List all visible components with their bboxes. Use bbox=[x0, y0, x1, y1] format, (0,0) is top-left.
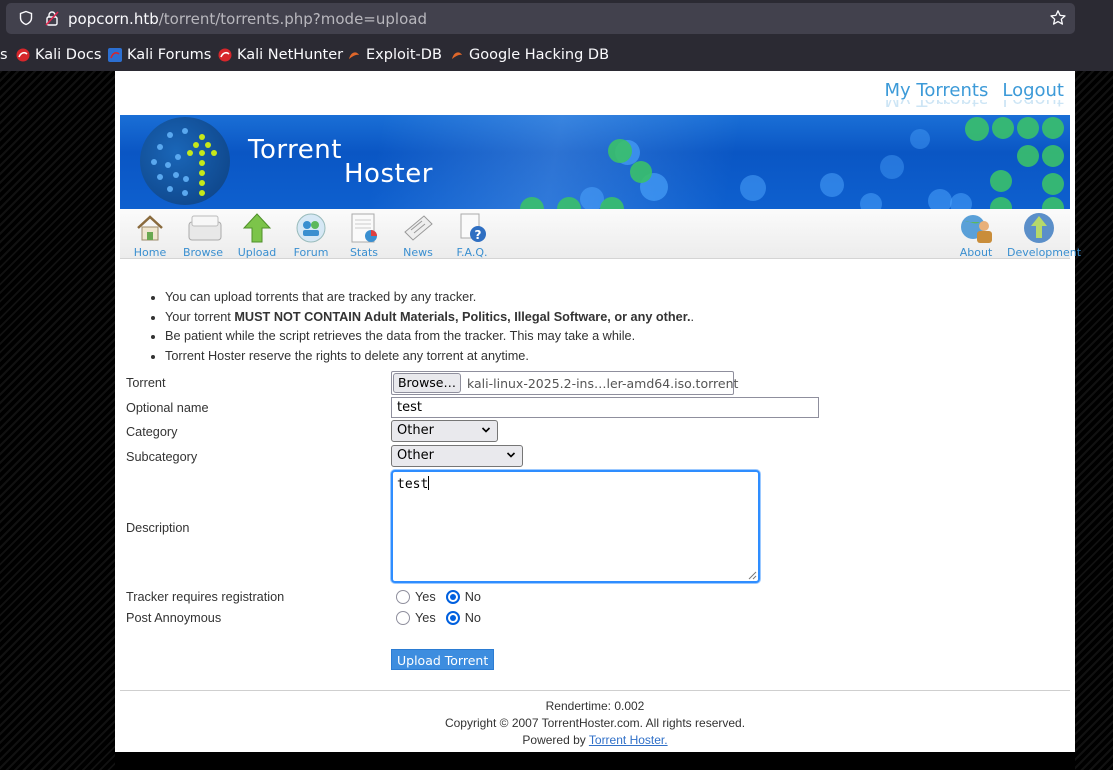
footer-divider bbox=[120, 690, 1070, 691]
bookmark-exploit-db[interactable]: Exploit-DB bbox=[347, 46, 442, 64]
selected-file-name: kali-linux-2025.2-ins…ler-amd64.iso.torr… bbox=[467, 376, 739, 391]
post-anonymous-no[interactable]: No bbox=[445, 611, 481, 625]
rule-item: Your torrent MUST NOT CONTAIN Adult Mate… bbox=[151, 308, 694, 328]
upload-torrent-button[interactable]: Upload Torrent bbox=[391, 649, 495, 670]
radio-button[interactable] bbox=[396, 590, 410, 604]
bookmark-google-hacking-db[interactable]: Google Hacking DB bbox=[450, 46, 609, 64]
torrent-label: Torrent bbox=[126, 376, 166, 390]
url-text[interactable]: popcorn.htb/torrent/torrents.php?mode=up… bbox=[68, 10, 427, 28]
nav-development[interactable]: Development bbox=[1007, 212, 1081, 259]
development-icon bbox=[1023, 212, 1055, 244]
user-links: My TorrentsMy Torrents LogoutLogout bbox=[884, 80, 1064, 110]
svg-text:?: ? bbox=[475, 228, 482, 242]
tracker-registration-options: Yes No bbox=[396, 590, 491, 604]
page-background-bottom bbox=[115, 752, 1075, 770]
description-text: test bbox=[397, 477, 429, 492]
nav-stats[interactable]: Stats bbox=[336, 212, 392, 259]
bookmark-kali-nethunter[interactable]: Kali NetHunter bbox=[218, 46, 343, 64]
main-navigation: Home Browse Upload Forum Stats News ? F.… bbox=[120, 209, 1081, 259]
radio-button-selected[interactable] bbox=[445, 611, 460, 625]
post-anonymous-yes[interactable]: Yes bbox=[396, 611, 436, 625]
text-caret bbox=[428, 476, 430, 490]
bookmark-kali-forums[interactable]: Kali Forums bbox=[108, 46, 211, 64]
site-logo-icon bbox=[140, 117, 230, 205]
kali-docs-icon bbox=[16, 48, 30, 62]
optional-name-input[interactable]: test bbox=[391, 397, 819, 418]
stats-icon bbox=[348, 212, 380, 244]
copyright-text: Copyright © 2007 TorrentHoster.com. All … bbox=[444, 716, 746, 730]
site-title-line2: Hoster bbox=[344, 159, 433, 189]
nav-faq[interactable]: ? F.A.Q. bbox=[444, 212, 500, 259]
resize-grip-icon[interactable] bbox=[747, 570, 757, 580]
url-path: /torrent/torrents.php?mode=upload bbox=[158, 10, 427, 28]
tracker-registration-label: Tracker requires registration bbox=[126, 590, 285, 604]
upload-rules: You can upload torrents that are tracked… bbox=[151, 288, 694, 366]
torrent-file-input[interactable]: Browse… kali-linux-2025.2-ins…ler-amd64.… bbox=[391, 371, 738, 395]
tracker-registration-no[interactable]: No bbox=[445, 590, 481, 604]
site-title-line1: Torrent bbox=[248, 135, 342, 165]
nav-browse[interactable]: Browse bbox=[175, 212, 231, 259]
category-selected-value: Other bbox=[397, 423, 434, 438]
browse-button[interactable]: Browse… bbox=[393, 373, 461, 393]
bookmark-star-icon[interactable] bbox=[1049, 9, 1067, 27]
forum-icon bbox=[295, 212, 327, 244]
description-textarea[interactable]: test bbox=[391, 470, 760, 583]
radio-button-selected[interactable] bbox=[445, 590, 460, 604]
rule-item: Torrent Hoster reserve the rights to del… bbox=[151, 347, 694, 367]
url-bar[interactable]: popcorn.htb/torrent/torrents.php?mode=up… bbox=[6, 3, 1075, 34]
rule-item: You can upload torrents that are tracked… bbox=[151, 288, 694, 308]
category-label: Category bbox=[126, 425, 178, 439]
exploit-db-icon bbox=[347, 48, 361, 62]
browse-icon bbox=[187, 212, 222, 244]
nav-news[interactable]: News bbox=[390, 212, 446, 259]
shield-icon[interactable] bbox=[18, 10, 34, 26]
category-select[interactable]: Other bbox=[391, 420, 498, 442]
description-label: Description bbox=[126, 521, 190, 535]
rule-item: Be patient while the script retrieves th… bbox=[151, 327, 694, 347]
nav-about[interactable]: About bbox=[948, 212, 1004, 259]
nav-home[interactable]: Home bbox=[122, 212, 178, 259]
post-anonymous-options: Yes No bbox=[396, 611, 491, 625]
powered-by: Powered by Torrent Hoster. bbox=[522, 733, 668, 747]
chevron-down-icon bbox=[481, 427, 491, 433]
about-icon bbox=[960, 212, 992, 244]
url-host: popcorn.htb bbox=[68, 10, 159, 28]
news-icon bbox=[402, 212, 434, 244]
bookmarks-toolbar: s Kali Docs Kali Forums Kali NetHunter E… bbox=[0, 38, 1113, 71]
kali-forums-icon bbox=[108, 48, 122, 62]
my-torrents-link[interactable]: My TorrentsMy Torrents bbox=[884, 80, 988, 110]
bookmark-truncated[interactable]: s bbox=[0, 46, 8, 64]
nav-upload[interactable]: Upload bbox=[229, 212, 285, 259]
subcategory-label: Subcategory bbox=[126, 450, 198, 464]
post-anonymous-label: Post Annoymous bbox=[126, 611, 222, 625]
browser-toolbar: popcorn.htb/torrent/torrents.php?mode=up… bbox=[0, 0, 1113, 38]
faq-icon: ? bbox=[456, 212, 488, 244]
subcategory-selected-value: Other bbox=[397, 448, 434, 463]
page-background-right bbox=[1075, 71, 1113, 770]
logout-link[interactable]: LogoutLogout bbox=[1002, 80, 1064, 110]
upload-icon bbox=[241, 212, 273, 244]
page-background-left bbox=[0, 71, 115, 770]
lock-icon[interactable] bbox=[44, 10, 60, 26]
torrent-hoster-link[interactable]: Torrent Hoster. bbox=[589, 733, 668, 747]
nav-forum[interactable]: Forum bbox=[283, 212, 339, 259]
chevron-down-icon bbox=[506, 452, 516, 458]
radio-button[interactable] bbox=[396, 611, 410, 625]
ghdb-icon bbox=[450, 48, 464, 62]
bookmark-kali-docs[interactable]: Kali Docs bbox=[16, 46, 101, 64]
render-time: Rendertime: 0.002 bbox=[545, 699, 645, 713]
page-footer: Rendertime: 0.002 Copyright © 2007 Torre… bbox=[115, 698, 1075, 749]
site-banner: Torrent Hoster bbox=[120, 115, 1070, 209]
tracker-registration-yes[interactable]: Yes bbox=[396, 590, 436, 604]
page-content: My TorrentsMy Torrents LogoutLogout bbox=[115, 71, 1081, 752]
subcategory-select[interactable]: Other bbox=[391, 445, 523, 467]
kali-nethunter-icon bbox=[218, 48, 232, 62]
home-icon bbox=[134, 212, 166, 244]
optional-name-label: Optional name bbox=[126, 401, 209, 415]
